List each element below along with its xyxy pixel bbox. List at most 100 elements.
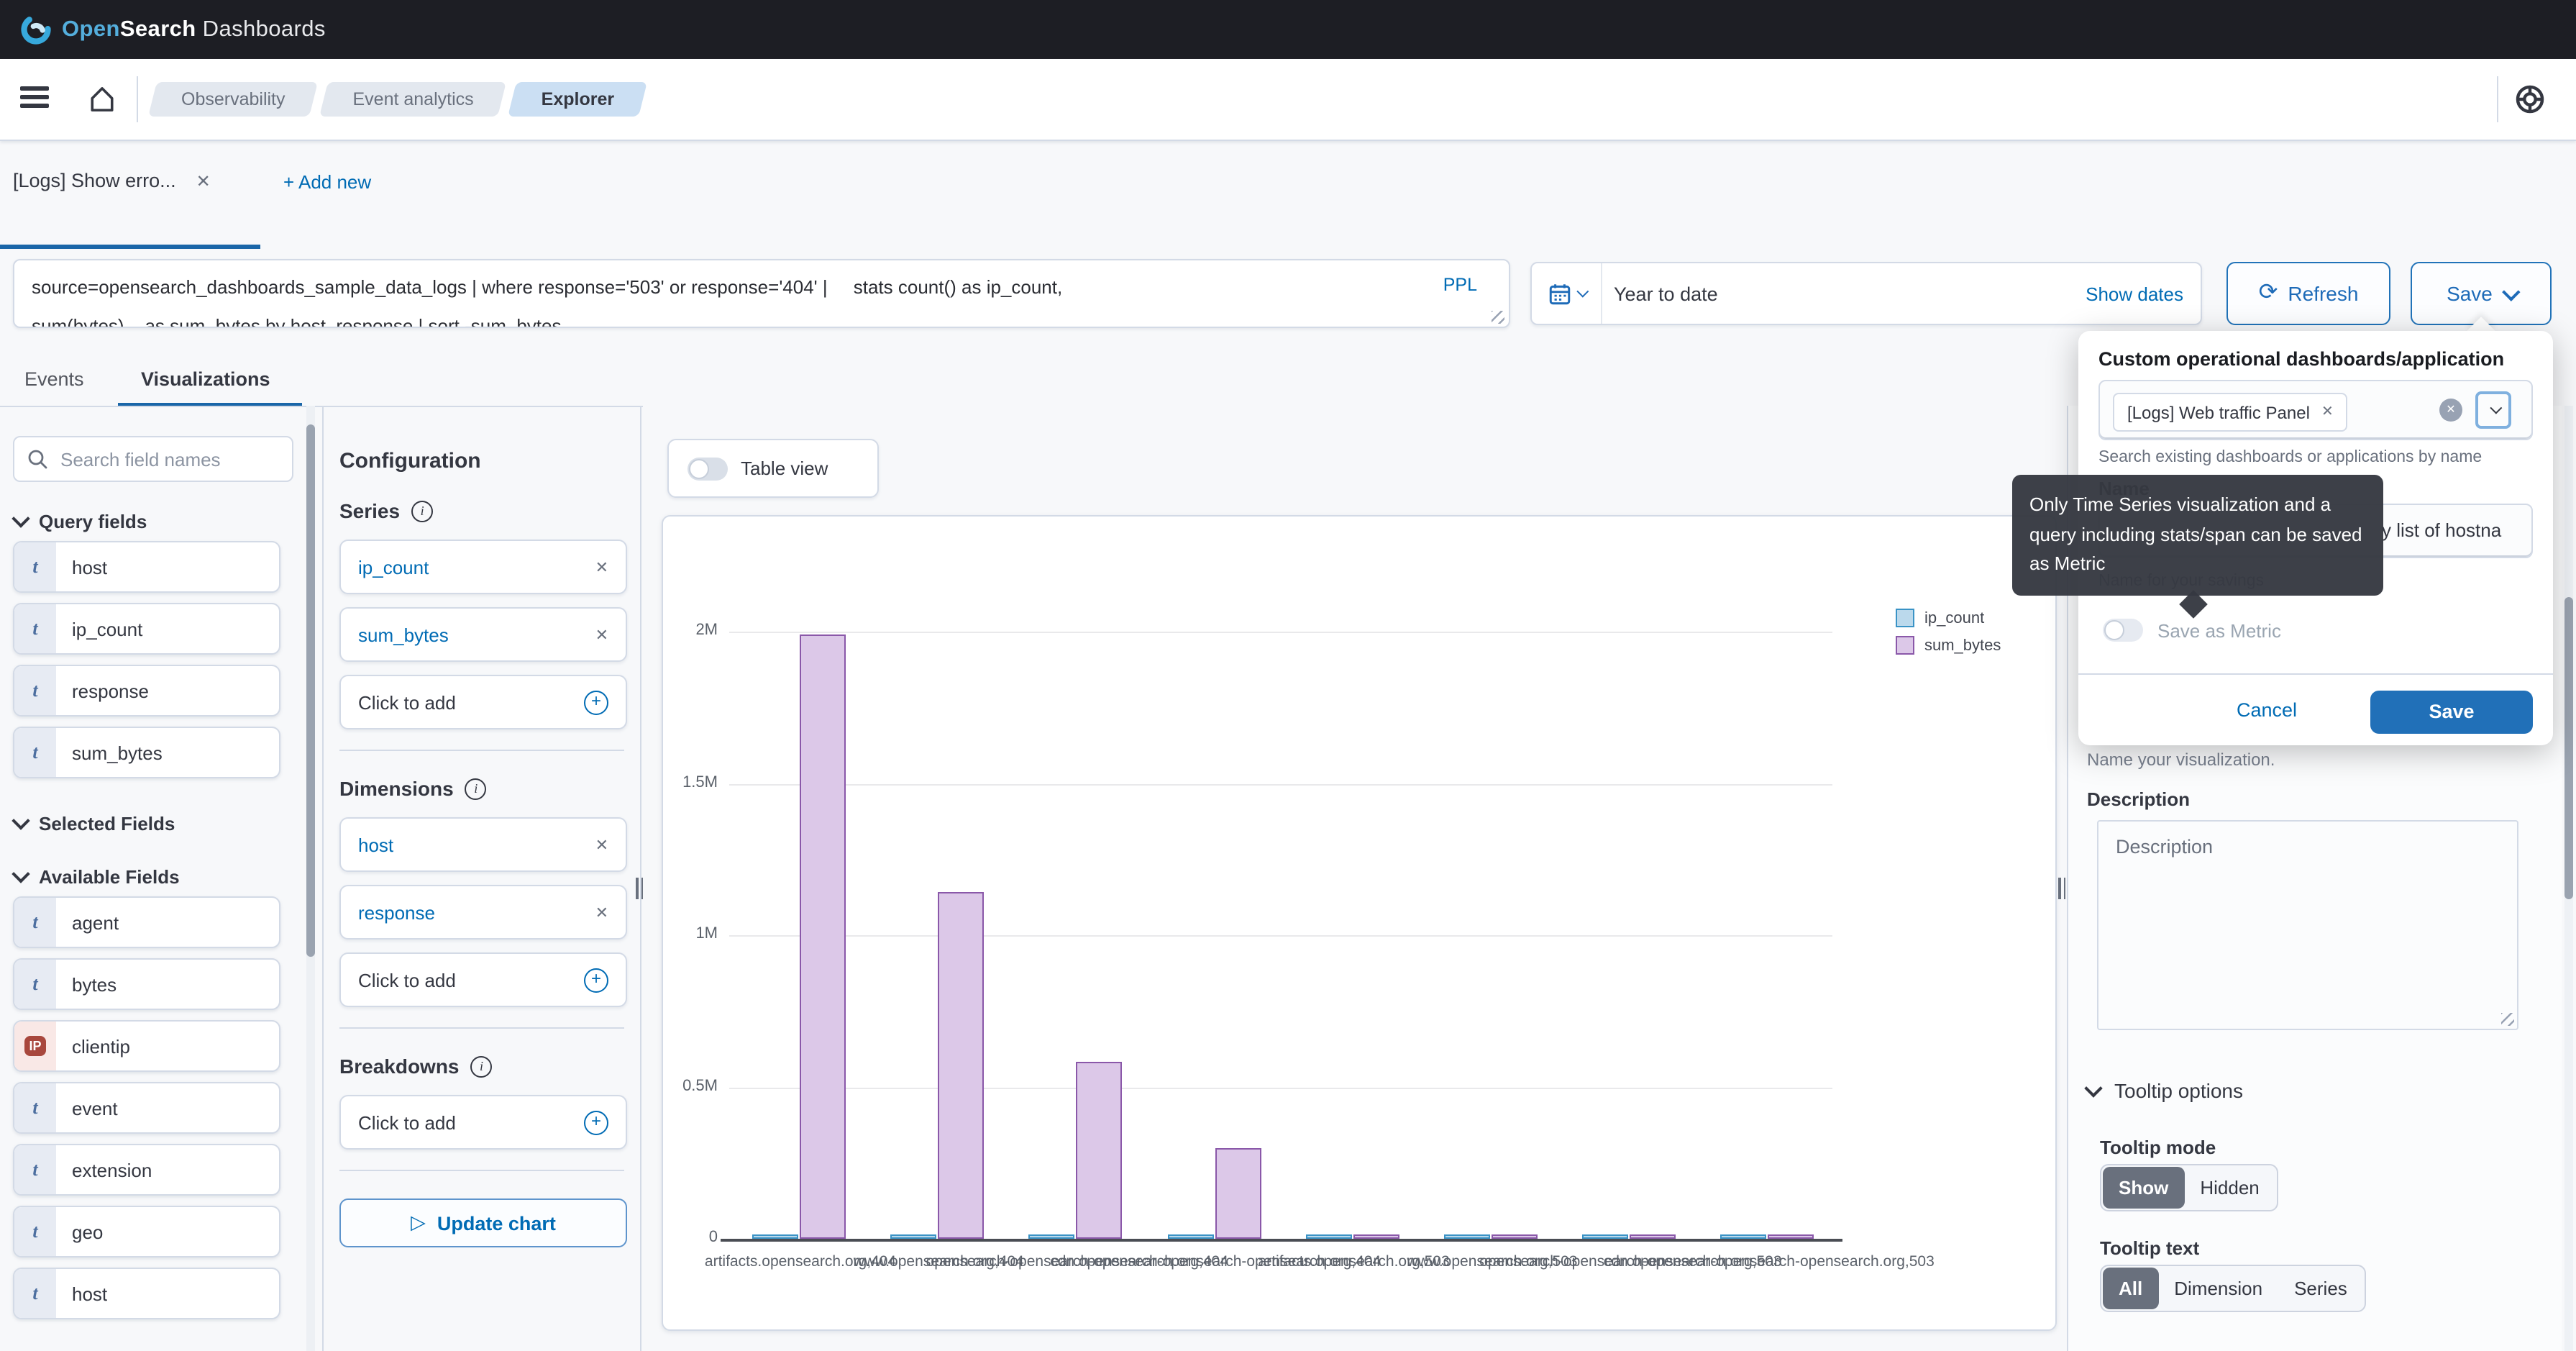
bar-ip_count[interactable] [1444, 1234, 1490, 1239]
dashboard-combobox[interactable]: [Logs] Web traffic Panel ✕ ✕ [2098, 380, 2533, 440]
divider [2497, 76, 2498, 122]
remove-icon[interactable]: ✕ [595, 558, 608, 576]
breadcrumb-observability[interactable]: Observability [152, 82, 314, 117]
tooltip-text-series[interactable]: Series [2278, 1268, 2363, 1309]
y-axis-tick: 0 [708, 1229, 718, 1246]
tooltip-text-all[interactable]: All [2103, 1268, 2159, 1309]
add-new-tab-button[interactable]: + Add new [283, 171, 371, 193]
query-resize-handle[interactable] [1492, 311, 1504, 324]
click-to-add-card[interactable]: Click to add + [339, 952, 627, 1007]
bar-sum_bytes[interactable] [1353, 1234, 1399, 1239]
remove-tag-icon[interactable]: ✕ [2321, 404, 2334, 420]
selected-panel-tag[interactable]: [Logs] Web traffic Panel ✕ [2113, 393, 2348, 432]
section-query-fields[interactable]: Query fields [12, 509, 306, 532]
search-input[interactable] [58, 437, 293, 482]
page-scrollbar[interactable] [2564, 597, 2573, 899]
time-range-value[interactable]: Year to date [1602, 283, 2086, 304]
bar-ip_count[interactable] [1028, 1234, 1075, 1239]
breadcrumb-event-analytics[interactable]: Event analytics [324, 82, 503, 117]
save-dropdown-button[interactable]: Save [2411, 262, 2552, 325]
update-chart-button[interactable]: ▷ Update chart [339, 1198, 627, 1247]
close-icon[interactable]: ✕ [196, 170, 211, 191]
field-item-geo[interactable]: t geo [13, 1206, 280, 1257]
clear-selection-icon[interactable]: ✕ [2439, 399, 2462, 422]
remove-icon[interactable]: ✕ [595, 625, 608, 644]
save-as-metric-toggle[interactable] [2103, 619, 2143, 642]
bar-sum_bytes[interactable] [1492, 1234, 1538, 1239]
bar-ip_count[interactable] [1305, 1234, 1352, 1239]
explorer-tabs: Events Visualizations [0, 357, 643, 407]
tooltip-text-group: All Dimension Series [2100, 1265, 2366, 1312]
field-item-ip_count[interactable]: t ip_count [13, 603, 280, 655]
bar-sum_bytes[interactable] [938, 892, 985, 1239]
legend-item-ip_count[interactable]: ip_count [1896, 609, 1984, 627]
menu-icon[interactable] [20, 86, 49, 109]
bar-chart[interactable]: 0 0.5M 1M 1.5M 2M artifacts.opensearch.org,40… [663, 517, 2055, 1329]
table-view-toggle[interactable] [688, 457, 728, 480]
description-textarea[interactable]: Description [2097, 820, 2518, 1030]
help-icon[interactable] [2514, 83, 2546, 115]
calendar-icon [1549, 283, 1571, 304]
section-available-fields[interactable]: Available Fields [12, 865, 306, 888]
config-item-host[interactable]: host ✕ [339, 817, 627, 872]
textarea-resize-handle[interactable] [2501, 1013, 2514, 1026]
bar-ip_count[interactable] [752, 1234, 798, 1239]
config-item-sum_bytes[interactable]: sum_bytes ✕ [339, 607, 627, 662]
save-button[interactable]: Save [2370, 691, 2533, 734]
tab-events[interactable]: Events [24, 368, 84, 390]
ppl-link[interactable]: PPL [1443, 275, 1477, 295]
divider [137, 76, 138, 122]
remove-icon[interactable]: ✕ [595, 835, 608, 854]
y-axis-tick: 0.5M [682, 1077, 718, 1094]
field-name: ip_count [72, 618, 143, 640]
field-item-bytes[interactable]: t bytes [13, 958, 280, 1010]
config-item-response[interactable]: response ✕ [339, 885, 627, 940]
tooltip-mode-show[interactable]: Show [2103, 1167, 2185, 1209]
sidebar-scrollbar[interactable] [306, 424, 315, 957]
field-item-host[interactable]: t host [13, 541, 280, 593]
tab-logs-show-errors[interactable]: [Logs] Show erro... ✕ [13, 170, 211, 191]
show-dates-link[interactable]: Show dates [2086, 283, 2201, 304]
combobox-helper-text: Search existing dashboards or applicatio… [2098, 449, 2483, 466]
info-icon: i [465, 778, 487, 799]
breadcrumb: Observability Event analytics Explorer [152, 82, 653, 117]
bar-sum_bytes[interactable] [1076, 1061, 1123, 1239]
bar-ip_count[interactable] [1720, 1234, 1767, 1239]
query-input[interactable]: source=opensearch_dashboards_sample_data… [13, 259, 1510, 328]
bar-sum_bytes[interactable] [800, 634, 846, 1239]
tooltip-options-section[interactable]: Tooltip options [2084, 1078, 2243, 1102]
combobox-caret-button[interactable] [2475, 391, 2511, 429]
legend-item-sum_bytes[interactable]: sum_bytes [1896, 636, 2001, 655]
tooltip-mode-hidden[interactable]: Hidden [2184, 1167, 2275, 1209]
config-section-dimensions: Dimensions i [339, 777, 640, 800]
field-item-response[interactable]: t response [13, 665, 280, 717]
field-item-sum_bytes[interactable]: t sum_bytes [13, 727, 280, 778]
section-selected-fields[interactable]: Selected Fields [12, 811, 306, 834]
divider [339, 750, 624, 751]
home-icon[interactable] [86, 83, 118, 115]
bar-ip_count[interactable] [1167, 1234, 1214, 1239]
field-name: response [72, 680, 149, 701]
bar-sum_bytes[interactable] [1215, 1147, 1261, 1239]
field-item-event[interactable]: t event [13, 1082, 280, 1134]
bar-sum_bytes[interactable] [1768, 1234, 1814, 1239]
click-to-add-card[interactable]: Click to add + [339, 675, 627, 729]
opensearch-logo[interactable]: OpenSearch Dashboards [20, 14, 326, 45]
field-item-clientip[interactable]: IP clientip [13, 1020, 280, 1072]
field-item-host[interactable]: t host [13, 1268, 280, 1319]
refresh-button[interactable]: ⟳ Refresh [2226, 262, 2390, 325]
click-to-add-card[interactable]: Click to add + [339, 1095, 627, 1150]
calendar-dropdown-button[interactable] [1532, 263, 1602, 324]
breadcrumb-explorer[interactable]: Explorer [513, 82, 643, 117]
panel-resize-handle-left[interactable] [636, 878, 647, 899]
remove-icon[interactable]: ✕ [595, 903, 608, 922]
tooltip-text-dimension[interactable]: Dimension [2158, 1268, 2278, 1309]
cancel-button[interactable]: Cancel [2237, 699, 2297, 721]
bar-ip_count[interactable] [1582, 1234, 1629, 1239]
field-item-extension[interactable]: t extension [13, 1144, 280, 1196]
bar-ip_count[interactable] [890, 1234, 937, 1239]
bar-sum_bytes[interactable] [1630, 1234, 1676, 1239]
tab-visualizations[interactable]: Visualizations [141, 368, 270, 390]
config-item-ip_count[interactable]: ip_count ✕ [339, 540, 627, 594]
field-item-agent[interactable]: t agent [13, 896, 280, 948]
